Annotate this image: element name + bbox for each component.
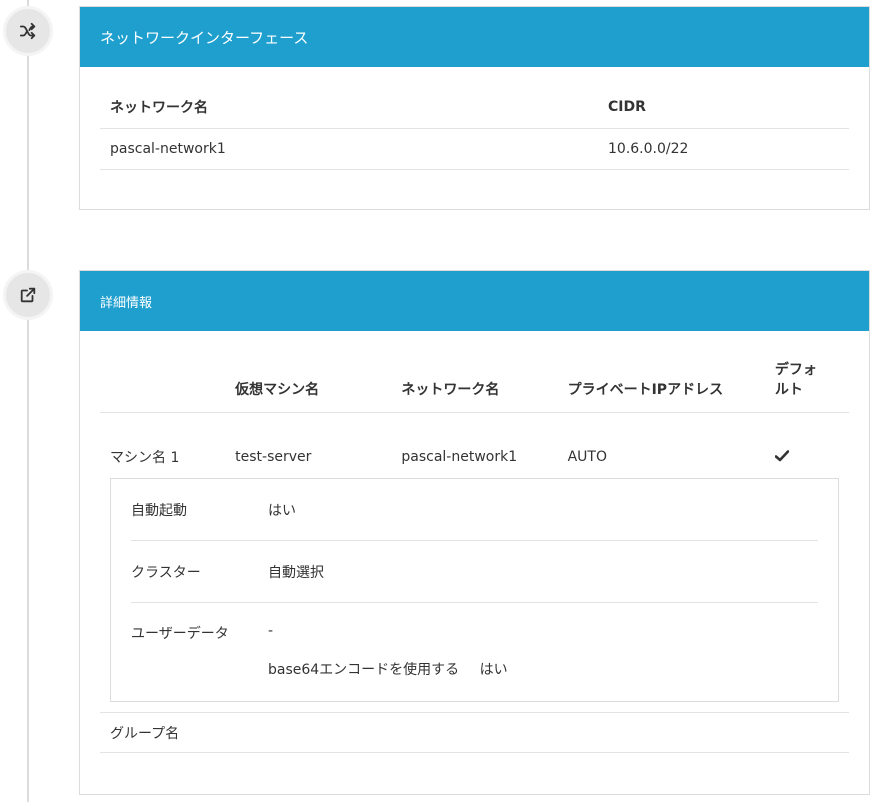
userdata-label: ユーザーデータ (131, 626, 229, 642)
cluster-label: クラスター (131, 564, 201, 581)
machine-settings-box: 自動起動 はい クラスター 自動選択 ユーザーデータ - base64エンコード… (110, 478, 839, 702)
machine-label-cell: マシン名 1 (110, 450, 180, 467)
base64-row: base64エンコードを使用する はい (268, 659, 508, 679)
default-cell (765, 412, 849, 478)
shuffle-icon (3, 6, 53, 56)
column-header-cidr: CIDR (598, 67, 849, 129)
column-header-network-name: ネットワーク名 (100, 67, 598, 129)
panel-title: ネットワークインターフェース (80, 7, 869, 67)
column-header-blank (100, 331, 226, 413)
check-icon (774, 448, 790, 466)
base64-value: はい (479, 662, 508, 678)
autostart-value: はい (268, 502, 296, 519)
network-cell: pascal-network1 (401, 449, 518, 466)
column-header-vm-name: 仮想マシン名 (225, 331, 392, 413)
cluster-row: クラスター 自動選択 (131, 541, 818, 603)
base64-label: base64エンコードを使用する (268, 662, 460, 678)
cidr-cell: 10.6.0.0/22 (598, 128, 849, 170)
column-header-default: デフォルト (764, 331, 849, 413)
detail-table: 仮想マシン名 ネットワーク名 プライベートIPアドレス デフォルト マシン名 1… (100, 331, 849, 478)
column-header-private-ip: プライベートIPアドレス (557, 331, 765, 413)
userdata-value: - (268, 623, 274, 639)
autostart-row: 自動起動 はい (131, 479, 818, 541)
external-link-icon (3, 270, 53, 320)
column-header-network-name: ネットワーク名 (391, 331, 558, 413)
cluster-value: 自動選択 (268, 564, 324, 581)
vm-name-cell: test-server (235, 449, 312, 466)
private-ip-cell: AUTO (567, 449, 607, 466)
network-interface-panel: ネットワークインターフェース ネットワーク名 CIDR pascal-netwo… (79, 6, 870, 210)
timeline-line (27, 0, 29, 802)
table-row: マシン名 1 test-server pascal-network1 AUTO (100, 412, 849, 478)
group-name-row: グループ名 (100, 712, 849, 753)
group-name-label: グループ名 (110, 725, 180, 742)
detail-panel: 詳細情報 仮想マシン名 ネットワーク名 プライベートIPアドレス デフォルト マ… (79, 270, 870, 795)
panel-title: 詳細情報 (80, 271, 869, 331)
userdata-row: ユーザーデータ - base64エンコードを使用する はい (131, 603, 818, 701)
network-name-cell: pascal-network1 (100, 128, 598, 170)
network-table: ネットワーク名 CIDR pascal-network1 10.6.0.0/22 (100, 67, 849, 170)
table-row: pascal-network1 10.6.0.0/22 (100, 128, 849, 170)
autostart-label: 自動起動 (131, 502, 187, 519)
